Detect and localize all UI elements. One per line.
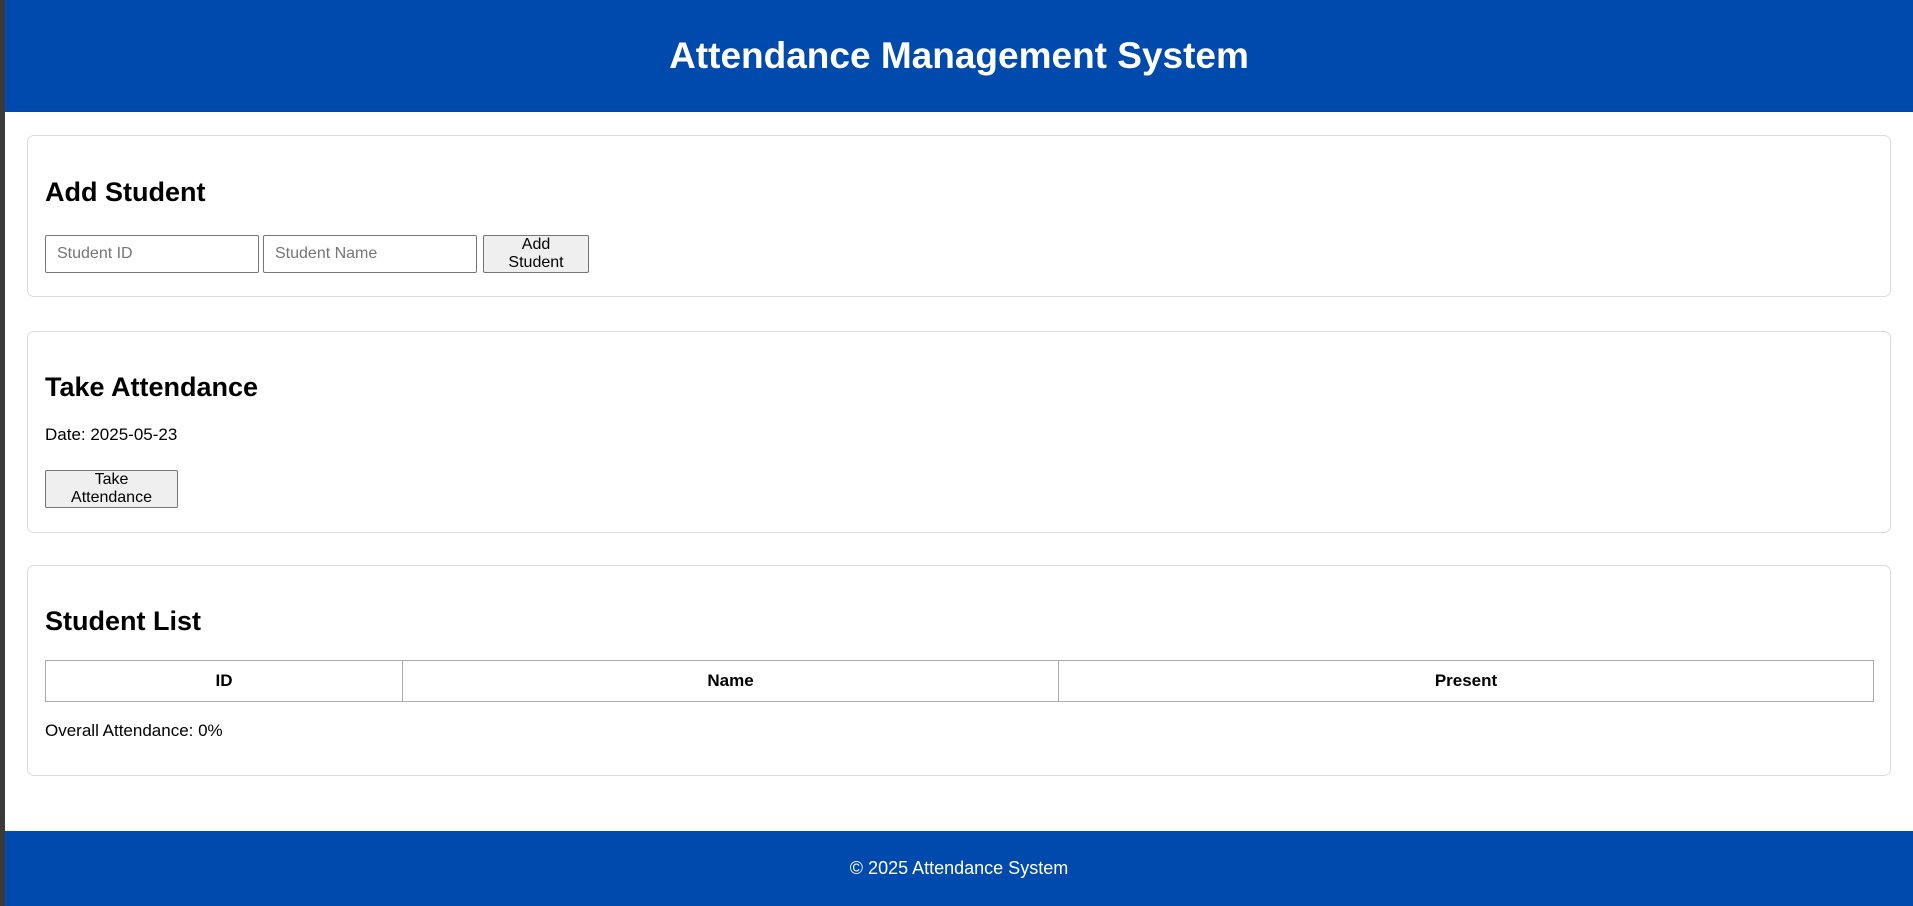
footer-text: © 2025 Attendance System [849,858,1069,878]
overall-attendance: Overall Attendance: 0% [45,721,223,740]
student-list-heading: Student List [45,606,201,636]
take-attendance-card: Take Attendance Date: 2025-05-23 Take At… [27,331,1891,533]
page-footer: © 2025 Attendance System [5,831,1913,906]
attendance-date: Date: 2025-05-23 [45,425,178,444]
column-header-name: Name [402,660,1059,702]
add-student-heading: Add Student [45,177,206,207]
add-student-card: Add Student Add Student [27,135,1891,297]
student-list-card: Student List ID Name Present Overall Att… [27,565,1891,776]
take-attendance-button[interactable]: Take Attendance [45,470,178,508]
page-header: Attendance Management System [5,0,1913,112]
student-id-input[interactable] [45,235,259,273]
student-name-input[interactable] [263,235,477,273]
take-attendance-heading: Take Attendance [45,372,259,402]
column-header-present: Present [1058,660,1874,702]
add-student-button[interactable]: Add Student [483,235,589,273]
student-table: ID Name Present [45,660,1874,702]
table-header-row: ID Name Present [45,660,1874,702]
window-edge [0,0,5,906]
column-header-id: ID [45,660,403,702]
page-title: Attendance Management System [669,35,1249,76]
